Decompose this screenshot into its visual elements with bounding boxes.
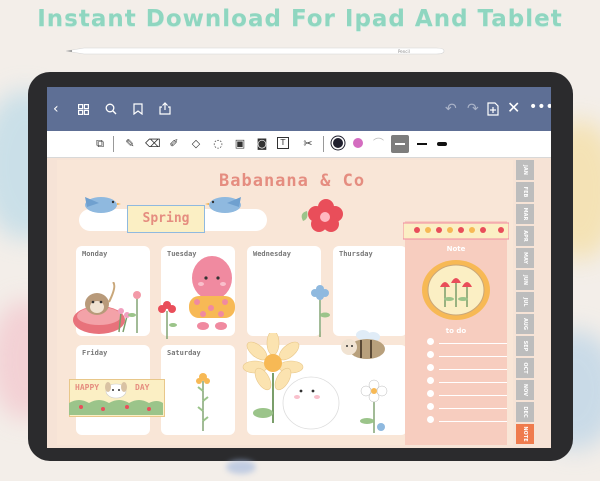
tablet-screen: ‹ ↶ ↷ ✕ ••• ⧉ ✎ ⌫ ✐ ◇ ◌ ▣ ◙ T ✂ ⌒ Babana… [47, 87, 551, 448]
headline: Instant Download For Ipad And Tablet [37, 6, 563, 32]
day-label: Wednesday [253, 250, 291, 258]
color-swatch-pink[interactable] [353, 138, 363, 148]
bookmark-icon[interactable] [133, 103, 143, 115]
strawberry-character-sticker [189, 254, 235, 330]
month-tab-oct[interactable]: OCT [516, 358, 534, 378]
grid-icon[interactable] [78, 104, 89, 115]
grass-border-icon [69, 400, 163, 415]
month-tab-jun[interactable]: JUN [516, 270, 534, 290]
month-tab-nov[interactable]: NOV [516, 380, 534, 400]
flower-sprig-icon [128, 291, 141, 333]
todo-checkbox[interactable] [427, 416, 434, 423]
daisy-bunny-sticker [242, 333, 340, 430]
stroke-size-thick[interactable] [437, 142, 447, 146]
white-flower-icon [360, 379, 388, 433]
bird-left-icon [85, 197, 121, 213]
toolbar-divider-2 [323, 136, 324, 152]
month-tab-feb[interactable]: FEB [516, 182, 534, 202]
red-flower-icon [301, 199, 343, 232]
back-icon[interactable]: ‹ [53, 102, 59, 116]
pink-flower-icon [158, 301, 177, 339]
todo-checkbox[interactable] [427, 377, 434, 384]
pen-icon[interactable]: ✎ [123, 137, 137, 151]
app-top-bar: ‹ ↶ ↷ ✕ ••• [47, 87, 551, 131]
todo-line [439, 421, 507, 422]
redo-icon[interactable]: ↷ [467, 102, 479, 116]
shapes-icon[interactable]: ◇ [189, 137, 203, 151]
elements-icon[interactable]: ✂ [301, 137, 315, 151]
yellow-flower-stem-icon [196, 373, 210, 431]
search-icon[interactable] [105, 103, 117, 115]
stroke-size-selected[interactable] [391, 135, 409, 153]
drawing-toolbar: ⧉ ✎ ⌫ ✐ ◇ ◌ ▣ ◙ T ✂ ⌒ [47, 131, 551, 158]
eraser-icon[interactable]: ⌫ [145, 137, 161, 151]
lasso-icon[interactable]: ◌ [211, 137, 225, 151]
more-icon[interactable]: ••• [529, 100, 551, 114]
happy-day-left: HAPPY [75, 383, 100, 392]
tulip-badge-icon [422, 260, 490, 320]
blue-flower-icon [311, 285, 330, 337]
month-tab-note[interactable]: NOTE [516, 424, 534, 444]
stroke-size-medium[interactable] [417, 143, 427, 145]
day-label: Thursday [339, 250, 373, 258]
apple-pencil: Pencil [66, 47, 445, 55]
close-icon[interactable]: ✕ [507, 100, 520, 116]
todo-line [439, 395, 507, 396]
highlighter-icon[interactable]: ✐ [167, 137, 181, 151]
season-label: Spring [142, 211, 190, 226]
month-tab-jan[interactable]: JAN [516, 160, 534, 180]
toolbar-divider [113, 136, 114, 152]
month-tab-sep[interactable]: SEP [516, 336, 534, 356]
todo-line [439, 369, 507, 370]
decorative-sparkle [226, 460, 256, 474]
todo-line [439, 382, 507, 383]
todo-line [439, 356, 507, 357]
tulip-tape-icon [403, 222, 509, 240]
todo-line [439, 343, 507, 344]
todo-checkbox[interactable] [427, 351, 434, 358]
undo-icon[interactable]: ↶ [445, 102, 457, 116]
note-title: Note [446, 245, 466, 253]
month-tab-aug[interactable]: AUG [516, 314, 534, 334]
month-tab-mar[interactable]: MAR [516, 204, 534, 224]
todo-title: to do [445, 327, 467, 335]
todo-checkbox[interactable] [427, 338, 434, 345]
color-swatch-white[interactable]: ⌒ [373, 135, 384, 151]
todo-checkbox[interactable] [427, 403, 434, 410]
hamster-sticker [73, 282, 130, 334]
todo-line [439, 408, 507, 409]
color-swatch-black[interactable] [333, 138, 343, 148]
add-page-icon[interactable] [487, 102, 499, 116]
pencil-brand: Pencil [398, 49, 410, 54]
todo-checkbox[interactable] [427, 364, 434, 371]
brand-title: Babanana & Co [219, 171, 366, 191]
lasso-scan-icon[interactable]: ⧉ [93, 137, 107, 151]
day-label: Saturday [167, 349, 201, 357]
camera-icon[interactable]: ◙ [255, 137, 269, 151]
bird-right-icon [205, 197, 241, 213]
todo-checkbox[interactable] [427, 390, 434, 397]
month-tab-apr[interactable]: APR [516, 226, 534, 246]
puppy-sticker [105, 382, 127, 399]
month-tab-may[interactable]: MAY [516, 248, 534, 268]
day-label: Friday [82, 349, 108, 357]
text-icon[interactable]: T [277, 137, 289, 149]
day-label: Monday [82, 250, 108, 258]
share-icon[interactable] [159, 102, 171, 115]
happy-day-right: DAY [135, 383, 150, 392]
image-icon[interactable]: ▣ [233, 137, 247, 151]
month-tab-jul[interactable]: JUL [516, 292, 534, 312]
month-tab-dec[interactable]: DEC [516, 402, 534, 422]
day-box-thursday[interactable]: Thursday [333, 246, 407, 336]
